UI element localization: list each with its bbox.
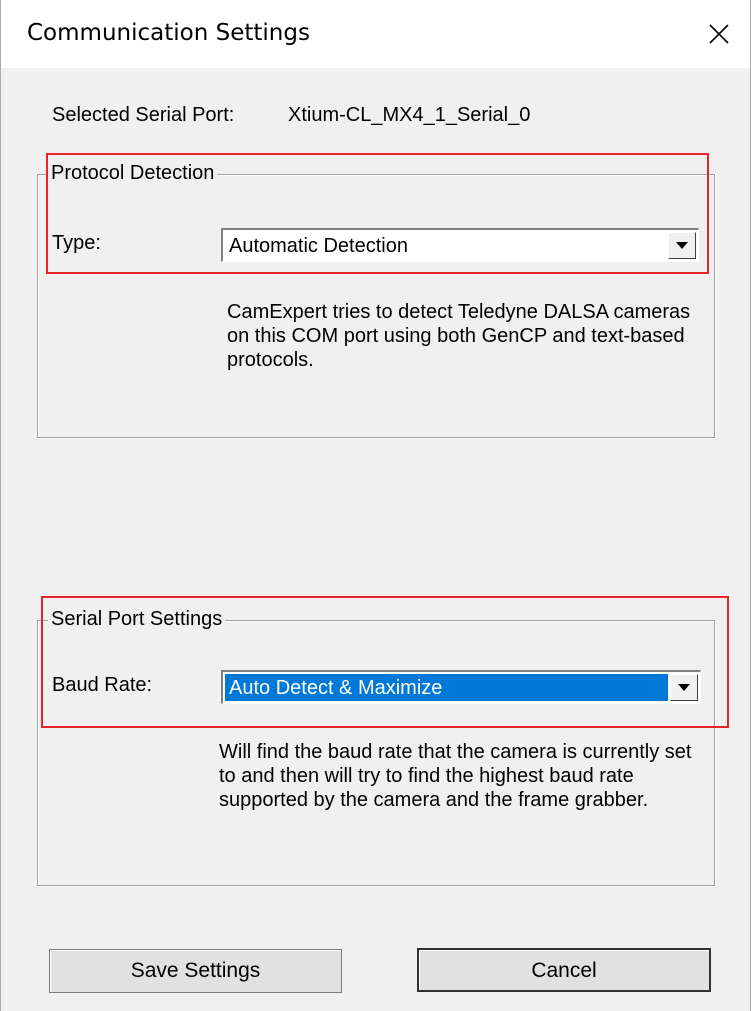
serial-port-settings-legend: Serial Port Settings [48, 608, 226, 631]
protocol-detection-description: CamExpert tries to detect Teledyne DALSA… [227, 301, 691, 371]
communication-settings-dialog: Communication Settings Selected Serial P… [0, 0, 751, 1011]
close-button[interactable] [688, 0, 750, 68]
baud-rate-select-value: Auto Detect & Maximize [225, 674, 668, 701]
type-select-value: Automatic Detection [229, 235, 408, 257]
dialog-title: Communication Settings [27, 20, 310, 46]
baud-rate-select[interactable]: Auto Detect & Maximize [221, 670, 701, 704]
type-label: Type: [52, 232, 101, 254]
selected-serial-port-value: Xtium-CL_MX4_1_Serial_0 [288, 104, 531, 126]
cancel-button[interactable]: Cancel [417, 948, 711, 992]
selected-serial-port-label: Selected Serial Port: [52, 104, 235, 126]
chevron-down-icon[interactable] [670, 674, 698, 701]
title-bar: Communication Settings [1, 0, 750, 68]
save-settings-button[interactable]: Save Settings [49, 949, 342, 993]
type-select[interactable]: Automatic Detection [221, 228, 699, 262]
protocol-detection-legend: Protocol Detection [48, 162, 218, 185]
chevron-down-icon[interactable] [668, 232, 696, 259]
close-icon [709, 24, 729, 44]
baud-rate-label: Baud Rate: [52, 674, 153, 696]
serial-port-settings-description: Will find the baud rate that the camera … [219, 741, 692, 811]
